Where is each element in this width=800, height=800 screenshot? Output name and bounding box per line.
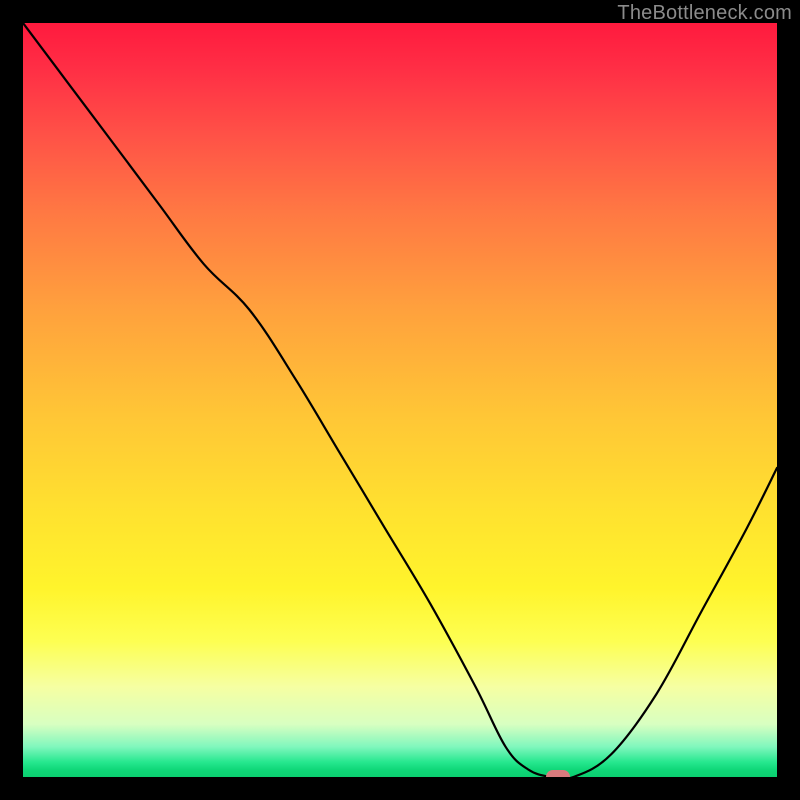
watermark-text: TheBottleneck.com (617, 2, 792, 25)
optimal-point-marker (546, 770, 570, 777)
chart-frame: TheBottleneck.com (0, 0, 800, 800)
bottleneck-curve (23, 23, 777, 777)
plot-area (23, 23, 777, 777)
